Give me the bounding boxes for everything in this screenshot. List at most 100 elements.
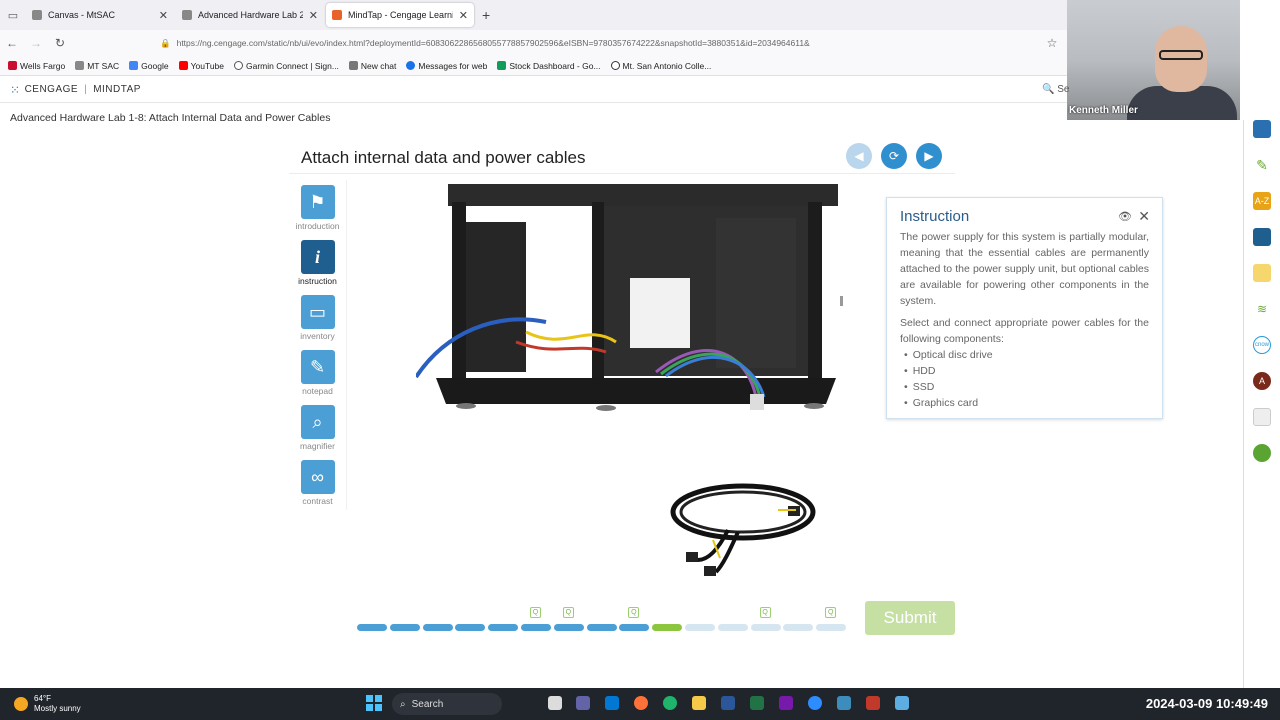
bookmark-youtube[interactable]: YouTube	[178, 61, 224, 71]
submit-button[interactable]: Submit	[865, 601, 955, 635]
address-bar[interactable]: 🔒 https://ng.cengage.com/static/nb/ui/ev…	[160, 38, 1037, 49]
taskbar-search[interactable]: ⌕ Search	[392, 693, 502, 715]
close-tab-icon[interactable]: ✕	[459, 9, 468, 22]
rail-avatar-icon[interactable]	[1253, 444, 1271, 462]
snip-icon[interactable]	[866, 696, 880, 710]
previous-step-button[interactable]: ◀	[846, 143, 872, 169]
question-marker-icon: Q	[825, 607, 837, 618]
tab-title: MindTap - Cengage Learning	[348, 10, 453, 20]
rail-audio-icon[interactable]: ≋	[1253, 300, 1271, 318]
progress-segment[interactable]	[422, 624, 453, 631]
rail-folder-icon[interactable]	[1253, 120, 1271, 138]
teams-icon[interactable]	[576, 696, 590, 710]
bookmark-label: MT SAC	[87, 60, 120, 71]
instruction-paragraph: The power supply for this system is part…	[900, 231, 1149, 307]
back-arrow-icon[interactable]: ←	[0, 36, 24, 50]
bookmark-garmin[interactable]: Garmin Connect | Sign...	[234, 61, 339, 71]
component-list: Optical disc drive HDD SSD Graphics card	[904, 347, 1149, 411]
progress-segment[interactable]	[488, 624, 519, 631]
app-icon[interactable]	[837, 696, 851, 710]
eye-icon[interactable]: 👁	[1118, 210, 1132, 223]
next-step-button[interactable]: ▶	[916, 143, 942, 169]
progress-segment[interactable]	[357, 624, 387, 631]
zoom-icon[interactable]	[808, 696, 822, 710]
tool-inventory[interactable]: ▭ inventory	[289, 290, 347, 345]
progress-segment[interactable]	[717, 624, 748, 631]
progress-segment[interactable]	[586, 624, 617, 631]
bookmark-label: Wells Fargo	[20, 60, 66, 71]
progress-segment[interactable]	[455, 624, 486, 631]
webcam-overlay: Kenneth Miller	[1067, 0, 1240, 120]
onenote-icon[interactable]	[779, 696, 793, 710]
bookmark-google[interactable]: Google	[129, 60, 169, 71]
task-view-icon[interactable]	[548, 696, 562, 710]
progress-segment[interactable]	[652, 624, 683, 631]
bookmark-label: Google	[141, 60, 169, 71]
outlook-icon[interactable]	[605, 696, 619, 710]
monitor-icon: ▭	[300, 295, 335, 329]
tool-magnifier[interactable]: ⌕ magnifier	[289, 400, 347, 455]
link-icon	[610, 61, 620, 70]
close-tab-icon[interactable]: ✕	[309, 9, 318, 22]
lab-favicon-icon	[182, 10, 192, 20]
tab-mindtap[interactable]: MindTap - Cengage Learning ✕	[326, 3, 474, 27]
cengage-logo[interactable]: ⁙ CENGAGE | MINDTAP	[10, 83, 141, 97]
tool-contrast[interactable]: ∞ contrast	[289, 455, 347, 510]
bookmark-label: Stock Dashboard - Go...	[509, 60, 601, 71]
power-cable-item[interactable]	[668, 480, 818, 590]
pencil-icon: ✎	[300, 350, 335, 384]
forward-arrow-icon[interactable]: →	[24, 36, 48, 50]
edge-icon[interactable]	[663, 696, 677, 710]
progress-segment[interactable]	[816, 624, 847, 631]
progress-segment[interactable]	[783, 624, 814, 631]
browser-navbar: ← → ↻ 🔒 https://ng.cengage.com/static/nb…	[0, 30, 1067, 56]
bookmark-messages[interactable]: Messages for web	[406, 61, 487, 71]
tab-hardware-lab[interactable]: Advanced Hardware Lab 2-1: ld ✕	[176, 3, 324, 27]
progress-segment[interactable]	[521, 624, 551, 631]
progress-segment[interactable]	[685, 624, 715, 631]
word-icon[interactable]	[721, 696, 735, 710]
bookmark-star-icon[interactable]: ☆	[1037, 36, 1067, 50]
rail-book-icon[interactable]	[1253, 228, 1271, 246]
rail-cnow-icon[interactable]: cnow	[1253, 336, 1271, 354]
header-search[interactable]: 🔍 Se	[1042, 84, 1069, 95]
bookmark-new-chat[interactable]: New chat	[348, 61, 396, 71]
close-tab-icon[interactable]: ✕	[159, 9, 168, 22]
progress-segment[interactable]	[553, 624, 584, 631]
back-triangle-icon: ◀	[854, 149, 864, 163]
tool-introduction[interactable]: ⚑ introduction	[289, 180, 347, 235]
bookmark-mt-sac[interactable]: MT SAC	[75, 61, 119, 71]
notepad-app-icon[interactable]	[895, 696, 909, 710]
tool-instruction[interactable]: i instruction	[289, 235, 347, 290]
firefox-icon[interactable]	[634, 696, 648, 710]
tab-list-icon[interactable]: ▭	[0, 0, 26, 30]
rail-highlighter-icon[interactable]: ✎	[1253, 156, 1271, 174]
bookmark-wells-fargo[interactable]: Wells Fargo	[8, 61, 65, 71]
new-tab-icon[interactable]: +	[482, 7, 490, 23]
tab-title: Advanced Hardware Lab 2-1: ld	[198, 10, 303, 20]
tab-canvas[interactable]: Canvas - MtSAC ✕	[26, 3, 174, 27]
tool-notepad[interactable]: ✎ notepad	[289, 345, 347, 400]
lab-header: Attach internal data and power cables ◀ …	[289, 140, 955, 174]
chat-icon	[348, 61, 358, 70]
bookmarks-bar: Wells Fargo MT SAC Google YouTube Garmin…	[0, 56, 1067, 76]
reload-icon[interactable]: ↻	[48, 36, 72, 50]
windows-start-icon[interactable]	[366, 695, 382, 711]
progress-segment[interactable]	[389, 624, 420, 631]
excel-icon[interactable]	[750, 696, 764, 710]
bookmark-mt-san-antonio[interactable]: Mt. San Antonio Colle...	[610, 61, 711, 71]
rail-app-icon[interactable]: A	[1253, 372, 1271, 390]
progress-segment[interactable]	[619, 624, 650, 631]
weather-widget[interactable]: 64°F Mostly sunny	[14, 694, 81, 714]
list-item: Optical disc drive	[904, 347, 1149, 363]
rail-dictionary-icon[interactable]: A-Z	[1253, 192, 1271, 210]
pc-case-image[interactable]	[416, 182, 848, 428]
rail-notes-icon[interactable]	[1253, 264, 1271, 282]
url-text: https://ng.cengage.com/static/nb/ui/evo/…	[176, 38, 810, 48]
file-explorer-icon[interactable]	[692, 696, 706, 710]
progress-segment[interactable]	[750, 624, 781, 631]
bookmark-stock-dashboard[interactable]: Stock Dashboard - Go...	[497, 60, 601, 71]
rail-page-icon[interactable]	[1253, 408, 1271, 426]
close-icon[interactable]: ✕	[1138, 208, 1150, 225]
reset-button[interactable]: ⟳	[881, 143, 907, 169]
